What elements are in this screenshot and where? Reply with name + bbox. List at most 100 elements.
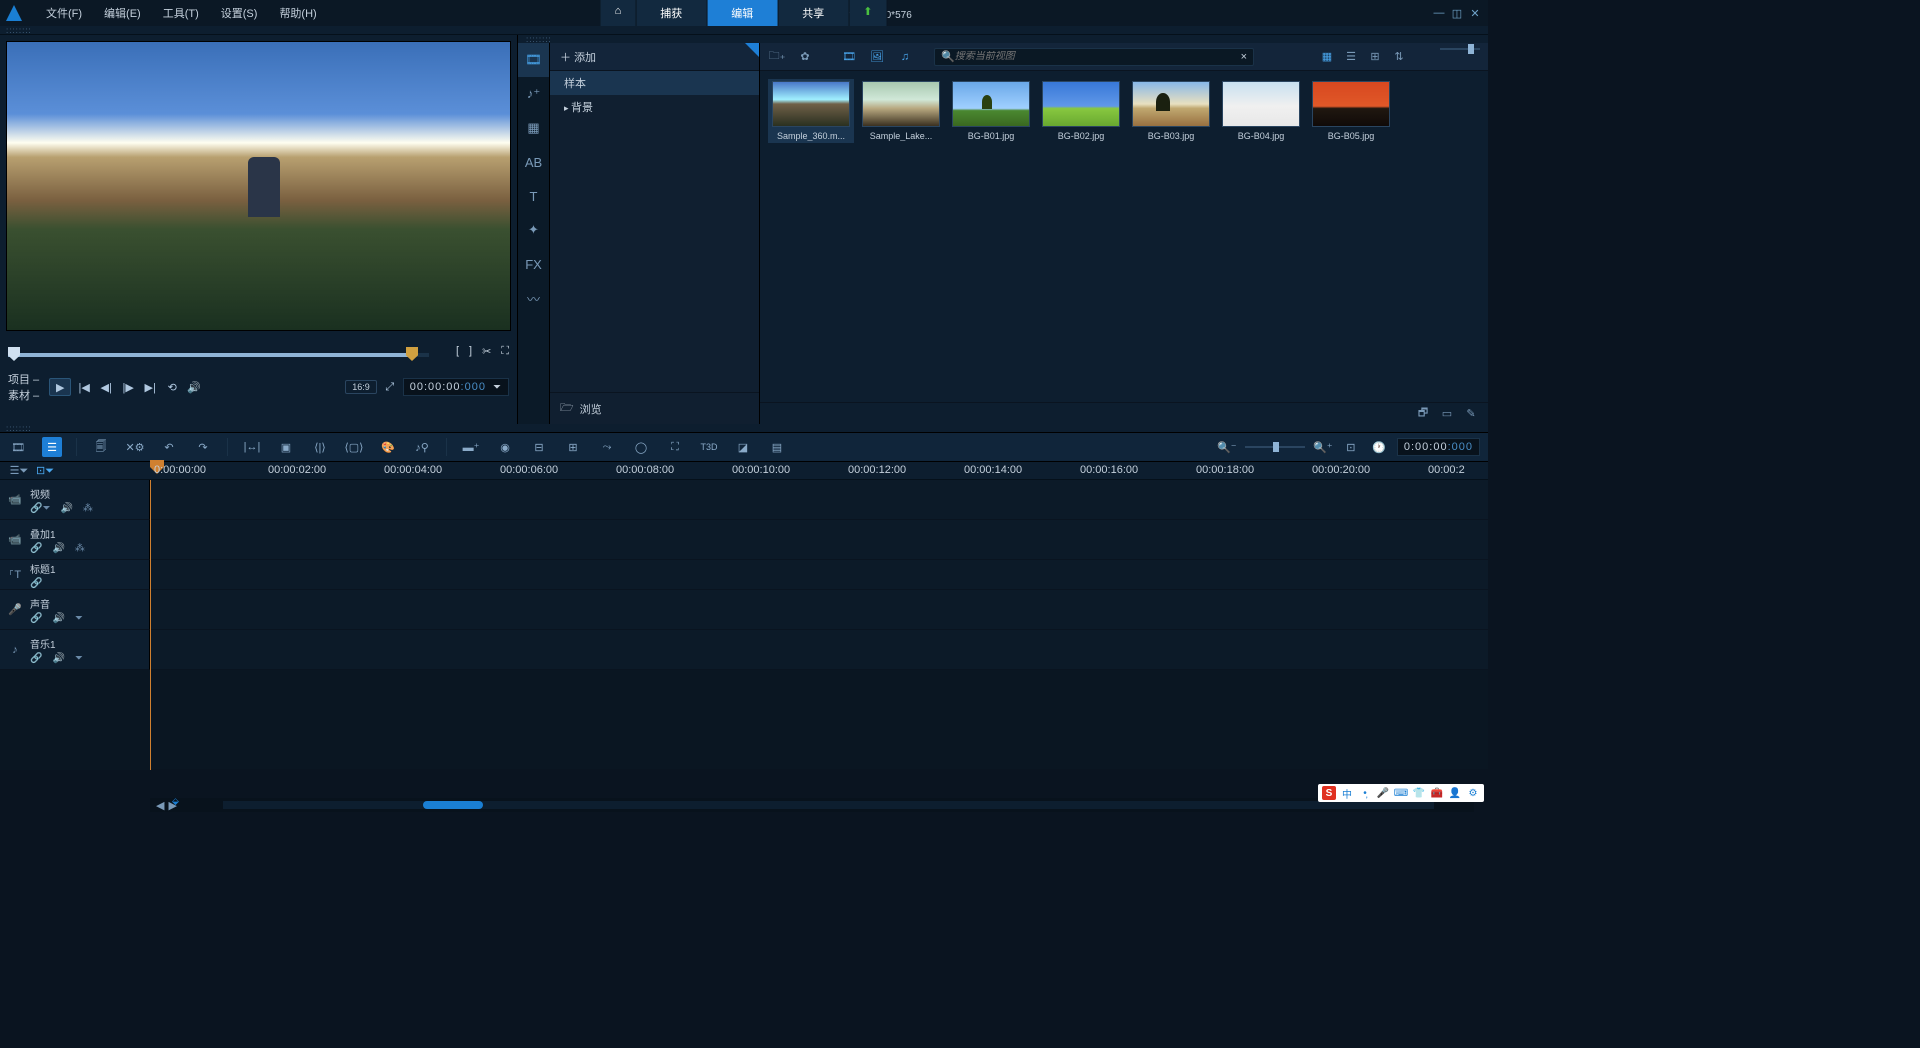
view-grid-icon[interactable]: ⊞ [1366,48,1384,66]
lib-tab-audio[interactable]: ♪⁺ [518,77,549,111]
color-icon[interactable]: 🎨 [378,437,398,457]
lib-footer-icon-3[interactable]: ✎ [1462,405,1480,423]
close-icon[interactable]: ✕ [1468,6,1482,20]
thumb-item[interactable]: BG-B01.jpg [948,79,1034,143]
tab-share[interactable]: 共享 [778,0,849,26]
multicam-icon[interactable]: ⊞ [563,437,583,457]
loop-button[interactable]: ⟲ [163,378,181,396]
scrubber-end-handle[interactable] [406,347,418,361]
aspect-ratio-selector[interactable]: 16:9 [345,380,377,394]
fit-icon[interactable]: ⊡ [1341,437,1361,457]
panel-grip[interactable]: :::::::: [0,424,1488,432]
library-search[interactable]: 🔍 × [934,48,1254,66]
ime-lang-icon[interactable]: 中 [1340,786,1354,800]
scroll-thumb[interactable] [423,801,483,809]
tree-item-samples[interactable]: 样本 [550,71,759,95]
tab-capture[interactable]: 捕获 [636,0,707,26]
tools-icon[interactable]: ✕⚙ [125,437,145,457]
timeline-timecode[interactable]: 0:00:00:000 [1397,438,1480,456]
thumb-item[interactable]: BG-B05.jpg [1308,79,1394,143]
mode-project-label[interactable]: 项目 – [8,371,39,387]
lib-tab-fx[interactable]: FX [518,247,549,281]
scroll-marker-icon[interactable]: ⬙ [172,796,179,807]
tl-snap-icon[interactable]: ⊡⏷ [36,462,54,480]
resize-button[interactable]: ⤢ [381,378,399,396]
timeline-view-icon[interactable]: ☰ [42,437,62,457]
zoom-in-icon[interactable]: 🔍⁺ [1313,437,1333,457]
tab-home[interactable]: ⌂ [601,0,637,26]
sort-icon[interactable]: ⇅ [1390,48,1408,66]
ime-user-icon[interactable]: 👤 [1448,786,1462,800]
ime-punct-icon[interactable]: •̦ [1358,786,1372,800]
clock-icon[interactable]: 🕐 [1369,437,1389,457]
tree-browse-footer[interactable]: 🗁 浏览 [550,392,759,424]
goto-end-button[interactable]: ▶| [141,378,159,396]
timeline-playhead-line[interactable] [150,480,151,770]
track-head-overlay[interactable]: 📹 叠加1 🔗🔊⁂ [0,520,150,560]
thumb-item[interactable]: BG-B04.jpg [1218,79,1304,143]
menu-file[interactable]: 文件(F) [36,2,92,24]
expand-icon[interactable]: ⏷ [75,653,83,664]
view-list-icon[interactable]: ☰ [1342,48,1360,66]
track-head-music[interactable]: ♪ 音乐1 🔗🔊⏷ [0,630,150,670]
split-icon[interactable]: ✂ [482,345,491,358]
lib-tab-path[interactable]: 〰 [518,281,549,315]
track-lanes[interactable] [150,480,1488,770]
link-icon[interactable]: 🔗 [30,653,42,664]
menu-help[interactable]: 帮助(H) [269,2,326,24]
lib-tab-media[interactable]: 🎞 [518,43,549,77]
filter-video-icon[interactable]: 🎞 [840,48,858,66]
ime-toolbox-icon[interactable]: 🧰 [1430,786,1444,800]
tree-add-header[interactable]: ＋ 添加 [550,43,759,71]
play-button[interactable]: ▶ [49,378,71,396]
scrubber-start-handle[interactable] [8,347,20,361]
motion-icon[interactable]: ⤳ [597,437,617,457]
storyboard-view-icon[interactable]: 🎞 [8,437,28,457]
preview-timecode[interactable]: 00:00:00:000 ⏷ [403,378,509,396]
lib-footer-icon-1[interactable]: 🗗 [1414,405,1432,423]
ime-toolbar[interactable]: S 中 •̦ 🎤 ⌨ 👕 🧰 👤 ⚙ [1318,784,1484,802]
ime-keyboard-icon[interactable]: ⌨ [1394,786,1408,800]
mute-icon[interactable]: 🔊 [52,613,64,624]
panel-grip[interactable]: :::::::: [520,35,552,43]
copy-attr-icon[interactable]: 🗐 [91,437,111,457]
tab-edit[interactable]: 编辑 [707,0,778,26]
expand-icon[interactable]: ⛶ [501,345,509,358]
multi-trim-icon[interactable]: ⊟ [529,437,549,457]
preview-viewport[interactable] [6,41,511,331]
lib-tab-title-style[interactable]: AB [518,145,549,179]
marker-icon[interactable]: ▬⁺ [461,437,481,457]
timeline-ruler[interactable]: 0:00:00:00 00:00:02:00 00:00:04:00 00:00… [150,462,1488,479]
import-folder-icon[interactable]: 🗀₊ [768,48,786,66]
gear-icon[interactable]: ✿ [796,48,814,66]
trim-icon[interactable]: |↔| [242,437,262,457]
mute-icon[interactable]: 🔊 [52,653,64,664]
lib-tab-title[interactable]: T [518,179,549,213]
fx-toggle-icon[interactable]: ⁂ [75,543,85,554]
ime-settings-icon[interactable]: ⚙ [1466,786,1480,800]
search-input[interactable] [955,51,1241,62]
link-icon[interactable]: 🔗⏷ [30,503,50,514]
timeline-scrollbar[interactable]: ⬙ ◀ ▶ [150,798,1474,812]
split-icon[interactable]: ⟨|⟩ [310,437,330,457]
clear-search-icon[interactable]: × [1241,51,1247,63]
tl-menu-icon[interactable]: ☰⏷ [10,462,28,480]
menu-edit[interactable]: 编辑(E) [94,2,151,24]
tree-item-background[interactable]: 背景 [550,95,759,119]
ime-mic-icon[interactable]: 🎤 [1376,786,1390,800]
menu-tools[interactable]: 工具(T) [153,2,209,24]
filter-photo-icon[interactable]: 🖼 [868,48,886,66]
subtitle-icon[interactable]: ▤ [767,437,787,457]
mute-icon[interactable]: 🔊 [60,503,72,514]
zoom-out-icon[interactable]: 🔍⁻ [1217,437,1237,457]
prev-frame-button[interactable]: ◀| [97,378,115,396]
redo-icon[interactable]: ↷ [193,437,213,457]
mode-clip-label[interactable]: 素材 – [8,387,39,403]
thumb-item[interactable]: BG-B02.jpg [1038,79,1124,143]
link-icon[interactable]: 🔗 [30,578,42,589]
minimize-icon[interactable]: — [1432,6,1446,20]
lib-footer-icon-2[interactable]: ▭ [1438,405,1456,423]
undo-icon[interactable]: ↶ [159,437,179,457]
chapter-icon[interactable]: ◉ [495,437,515,457]
fx-toggle-icon[interactable]: ⁂ [83,503,93,514]
